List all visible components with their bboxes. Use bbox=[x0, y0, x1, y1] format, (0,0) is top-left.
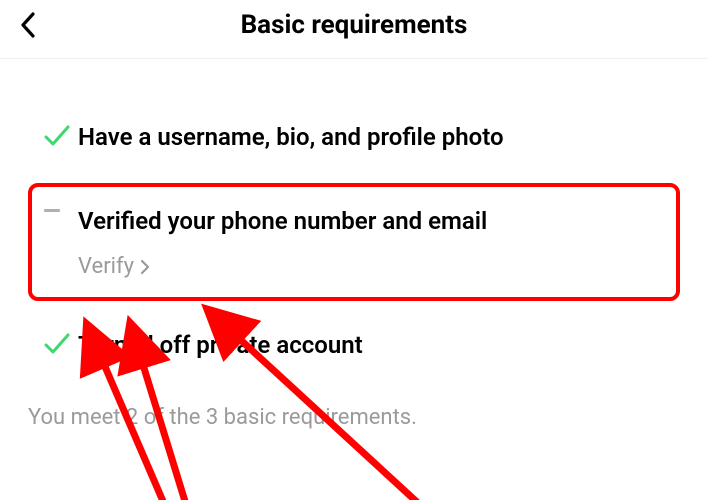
item-body: Turned off private account bbox=[78, 329, 664, 363]
verify-action[interactable]: Verify bbox=[78, 254, 664, 279]
dash-icon bbox=[44, 209, 60, 212]
requirement-item-verify: Verified your phone number and email Ver… bbox=[28, 183, 680, 302]
checkmark-icon bbox=[44, 125, 70, 147]
requirements-list: Have a username, bio, and profile photo … bbox=[0, 59, 708, 385]
item-body: Verified your phone number and email Ver… bbox=[78, 205, 664, 280]
item-label: Turned off private account bbox=[78, 329, 664, 363]
item-body: Have a username, bio, and profile photo bbox=[78, 121, 664, 155]
status-complete bbox=[44, 333, 78, 355]
requirement-item-username: Have a username, bio, and profile photo bbox=[28, 99, 680, 177]
item-label: Verified your phone number and email bbox=[78, 205, 664, 239]
status-complete bbox=[44, 125, 78, 147]
summary-text: You meet 2 of the 3 basic requirements. bbox=[0, 391, 708, 430]
chevron-right-icon bbox=[140, 259, 150, 275]
page-title: Basic requirements bbox=[20, 10, 688, 40]
status-incomplete bbox=[44, 209, 78, 212]
header: Basic requirements bbox=[0, 0, 708, 59]
requirement-item-private: Turned off private account bbox=[28, 307, 680, 385]
verify-label: Verify bbox=[78, 254, 134, 279]
checkmark-icon bbox=[44, 333, 70, 355]
item-label: Have a username, bio, and profile photo bbox=[78, 121, 664, 155]
